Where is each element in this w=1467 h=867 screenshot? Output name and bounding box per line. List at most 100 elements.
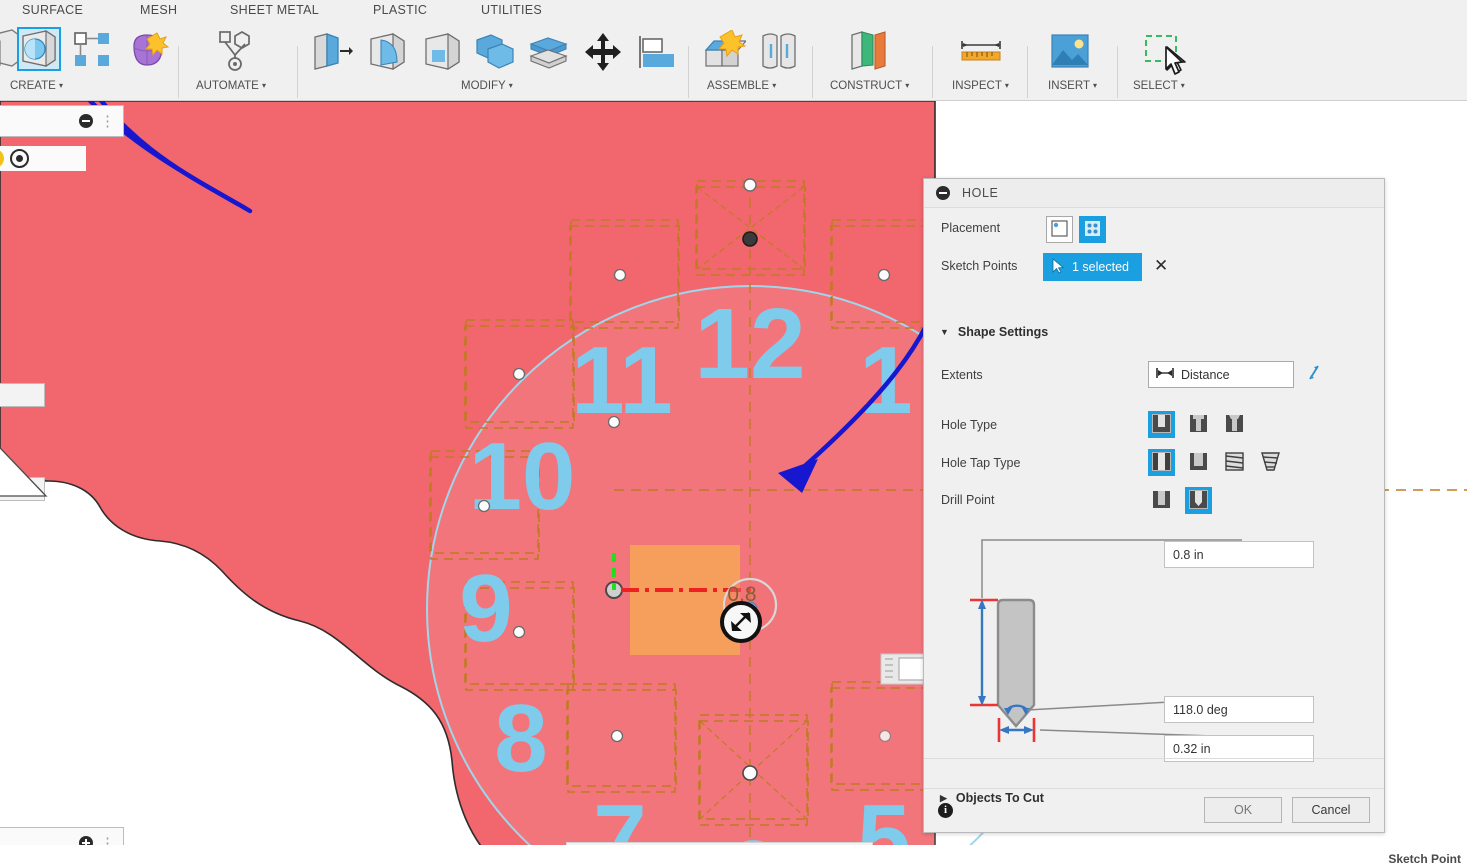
panel-label-insert[interactable]: INSERT ▾ bbox=[1048, 80, 1097, 92]
hole-type-label: Hole Type bbox=[941, 418, 998, 432]
flip-direction-icon[interactable] bbox=[1305, 363, 1323, 386]
status-bar: Sketch Point bbox=[0, 845, 1467, 867]
insert-image-icon[interactable] bbox=[1048, 32, 1092, 77]
tab-sheet-metal[interactable]: SHEET METAL bbox=[230, 3, 319, 17]
extents-value: Distance bbox=[1181, 367, 1230, 382]
collapse-dialog-icon[interactable] bbox=[936, 186, 950, 200]
shell-icon[interactable] bbox=[422, 32, 464, 77]
shape-settings-label: Shape Settings bbox=[957, 325, 1049, 339]
sketch-points-selection-button[interactable]: 1 selected bbox=[1043, 253, 1142, 281]
sketch-points-label: Sketch Points bbox=[941, 259, 1018, 273]
sketch-points-grid-icon bbox=[1084, 220, 1101, 240]
browser-panel-fragment-top[interactable]: ⋮ bbox=[0, 105, 124, 137]
placement-sketch-points-button[interactable] bbox=[1079, 216, 1106, 243]
tap-type-tapped-button[interactable] bbox=[1221, 449, 1248, 476]
svg-text:1: 1 bbox=[859, 327, 912, 434]
shape-settings-header[interactable]: ▼ Shape Settings bbox=[940, 325, 1048, 339]
align-icon[interactable] bbox=[637, 34, 677, 75]
construct-plane-icon[interactable] bbox=[846, 30, 890, 77]
hole-type-countersink-button[interactable] bbox=[1221, 411, 1248, 438]
extents-dropdown[interactable]: Distance bbox=[1148, 361, 1294, 388]
tab-mesh[interactable]: MESH bbox=[140, 3, 177, 17]
collapse-icon[interactable] bbox=[79, 114, 93, 128]
extents-label: Extents bbox=[941, 368, 983, 382]
hole-dialog-titlebar[interactable]: HOLE bbox=[924, 179, 1384, 208]
form-icon[interactable] bbox=[126, 30, 170, 77]
resize-grip-icon[interactable]: ⋮ bbox=[100, 112, 115, 130]
placement-label: Placement bbox=[941, 221, 1001, 235]
menu-shadow-corner bbox=[0, 446, 48, 497]
svg-text:12: 12 bbox=[694, 288, 805, 400]
svg-text:11: 11 bbox=[571, 327, 672, 434]
press-pull-icon[interactable] bbox=[311, 32, 353, 77]
visibility-icon[interactable] bbox=[9, 149, 29, 168]
tap-type-simple-button[interactable] bbox=[1148, 449, 1175, 476]
tab-surface[interactable]: SURFACE bbox=[22, 3, 83, 17]
shape-settings-expand-icon[interactable]: ▼ bbox=[940, 327, 949, 337]
placement-single-point-button[interactable] bbox=[1046, 216, 1073, 243]
ok-button[interactable]: OK bbox=[1204, 797, 1282, 823]
fillet-icon[interactable] bbox=[367, 32, 409, 77]
panel-label-create[interactable]: CREATE ▾ bbox=[10, 80, 63, 92]
info-icon[interactable]: i bbox=[938, 802, 953, 818]
measure-icon[interactable] bbox=[958, 40, 1004, 71]
status-text: Sketch Point bbox=[1388, 852, 1461, 866]
extrude-icon bbox=[19, 29, 59, 73]
tab-plastic[interactable]: PLASTIC bbox=[373, 3, 427, 17]
hole-dialog-body: Placement Sketch Points 1 selected ✕ ▼ S… bbox=[924, 208, 1384, 805]
pattern-icon[interactable] bbox=[72, 31, 112, 74]
cancel-button[interactable]: Cancel bbox=[1292, 797, 1370, 823]
panel-label-modify[interactable]: MODIFY ▾ bbox=[461, 80, 513, 92]
svg-text:10: 10 bbox=[469, 423, 576, 530]
ribbon-tab-row: SURFACE MESH SHEET METAL PLASTIC UTILITI… bbox=[0, 0, 1467, 22]
browser-version-row[interactable]: v6 P bbox=[0, 146, 86, 171]
drag-manipulator-handle[interactable] bbox=[720, 601, 762, 643]
combine-icon[interactable] bbox=[474, 32, 518, 77]
new-component-icon[interactable] bbox=[702, 29, 748, 77]
hole-type-counterbore-button[interactable] bbox=[1185, 411, 1212, 438]
drill-point-angle-button[interactable] bbox=[1185, 487, 1212, 514]
hole-type-simple-button[interactable] bbox=[1148, 411, 1175, 438]
panel-label-construct[interactable]: CONSTRUCT ▾ bbox=[830, 80, 909, 92]
hole-dialog-title: HOLE bbox=[962, 186, 999, 200]
svg-text:9: 9 bbox=[459, 555, 512, 662]
tap-clearance-icon bbox=[1189, 452, 1208, 474]
tap-taper-tapped-icon bbox=[1261, 451, 1280, 474]
sketch-points-selection-count: 1 selected bbox=[1072, 260, 1129, 274]
ribbon-toolbar: SURFACE MESH SHEET METAL PLASTIC UTILITI… bbox=[0, 0, 1467, 101]
promoted-badge-icon: P bbox=[0, 149, 4, 168]
mouse-cursor-icon bbox=[1165, 46, 1183, 75]
move-copy-icon[interactable] bbox=[584, 32, 622, 77]
hole-dialog-footer: i OK Cancel bbox=[924, 788, 1384, 832]
drill-point-flat-button[interactable] bbox=[1148, 487, 1175, 514]
panel-label-automate[interactable]: AUTOMATE ▾ bbox=[196, 80, 266, 92]
drill-point-flat-icon bbox=[1152, 490, 1171, 512]
ribbon-panel-row: CREATE ▾ AUTOMATE ▾ MODIFY ▾ ASSEMBLE ▾ … bbox=[0, 22, 1467, 101]
offset-face-icon[interactable] bbox=[528, 34, 570, 75]
panel-label-select[interactable]: SELECT ▾ bbox=[1133, 80, 1185, 92]
hole-tap-type-label: Hole Tap Type bbox=[941, 456, 1021, 470]
hole-dialog[interactable]: HOLE Placement Sketch Points 1 selected … bbox=[923, 178, 1385, 833]
tap-tapped-icon bbox=[1225, 451, 1244, 474]
hole-counterbore-icon bbox=[1189, 414, 1208, 436]
hole-depth-value[interactable]: 0.8 in bbox=[1164, 541, 1314, 568]
distance-icon bbox=[1156, 367, 1174, 382]
panel-label-assemble[interactable]: ASSEMBLE ▾ bbox=[707, 80, 776, 92]
svg-text:8: 8 bbox=[494, 685, 547, 792]
hole-simple-icon bbox=[1152, 413, 1171, 436]
tap-simple-icon bbox=[1152, 451, 1171, 474]
create-extrude-button[interactable] bbox=[17, 27, 61, 71]
panel-label-inspect[interactable]: INSPECT ▾ bbox=[952, 80, 1009, 92]
drill-point-angle-icon bbox=[1189, 489, 1208, 512]
tap-type-clearance-button[interactable] bbox=[1185, 449, 1212, 476]
drill-point-angle-value[interactable]: 118.0 deg bbox=[1164, 696, 1314, 723]
joint-icon[interactable] bbox=[757, 30, 801, 77]
single-point-icon bbox=[1051, 219, 1068, 240]
automate-icon[interactable] bbox=[211, 29, 259, 78]
tap-type-taper-tapped-button[interactable] bbox=[1257, 449, 1284, 476]
drill-point-label: Drill Point bbox=[941, 493, 995, 507]
tab-utilities[interactable]: UTILITIES bbox=[481, 3, 542, 17]
clear-selection-icon[interactable]: ✕ bbox=[1154, 256, 1168, 276]
cursor-arrow-icon bbox=[1052, 257, 1065, 277]
hole-countersink-icon bbox=[1225, 414, 1244, 436]
